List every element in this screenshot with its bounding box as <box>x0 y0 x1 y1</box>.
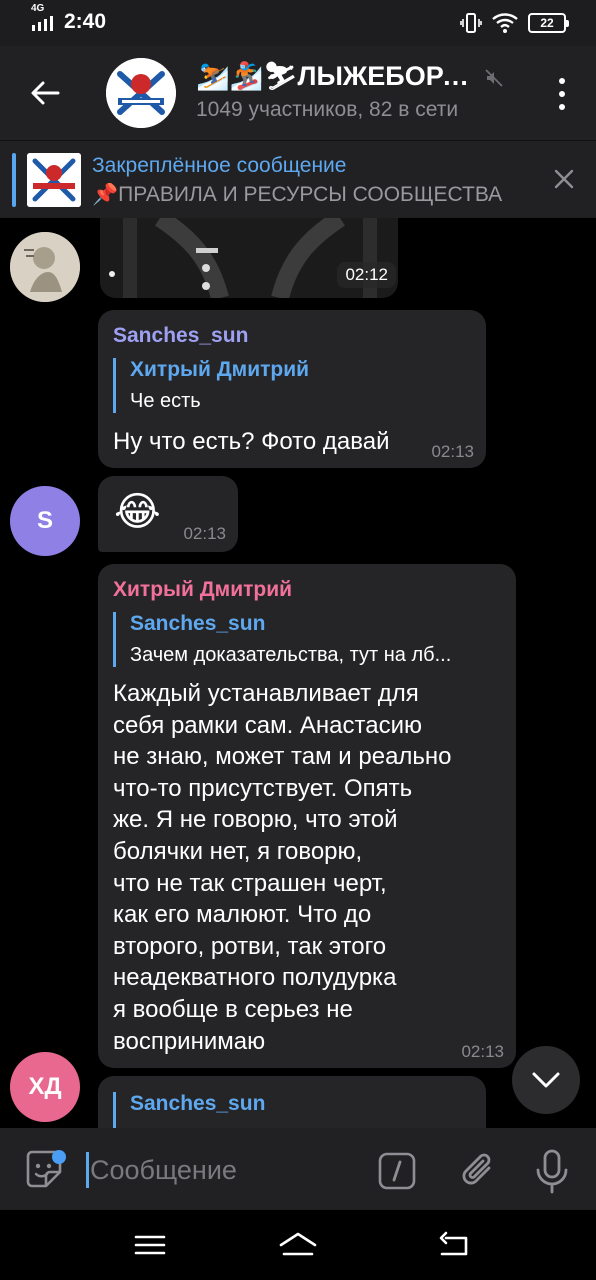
pinned-message-bar[interactable]: Закреплённое сообщение 📌ПРАВИЛА И РЕСУРС… <box>0 140 596 218</box>
pinned-text: 📌ПРАВИЛА И РЕСУРСЫ СООБЩЕСТВА <box>92 183 503 206</box>
attach-icon[interactable] <box>456 1148 500 1192</box>
avatar[interactable]: S <box>10 486 80 556</box>
mute-icon <box>485 69 503 87</box>
notification-dot <box>52 1150 66 1164</box>
reply-text: Че есть <box>130 390 201 412</box>
photo-message[interactable]: 02:12 <box>100 218 398 298</box>
message-bubble[interactable]: Sanches_sun <box>98 1076 486 1128</box>
pinned-thumbnail <box>27 153 81 207</box>
arrow-left-icon <box>31 81 60 105</box>
reply-sender: Хитрый Дмитрий <box>130 358 310 381</box>
message-time: 02:13 <box>183 524 226 543</box>
group-avatar[interactable] <box>106 58 176 128</box>
chevron-down-icon <box>532 1072 560 1088</box>
vibrate-icon <box>460 13 482 33</box>
scroll-down-button[interactable] <box>512 1046 580 1114</box>
message-list[interactable]: 02:12 Sanches_sun Хитрый Дмитрий Че есть… <box>0 218 596 1128</box>
message-bubble[interactable]: Хитрый Дмитрий Sanches_sun Зачем доказат… <box>98 564 516 1068</box>
skiboard-logo-icon <box>106 58 176 128</box>
message-text: Ну что есть? Фото давай <box>113 428 390 455</box>
status-bar: 4G 2:40 22 <box>0 0 596 46</box>
message-input-bar <box>0 1128 596 1210</box>
reply-quote[interactable]: Хитрый Дмитрий Че есть <box>113 358 309 413</box>
battery-icon: 22 <box>528 13 569 33</box>
network-type: 4G <box>31 3 45 14</box>
reply-sender: Sanches_sun <box>130 1092 266 1115</box>
microphone-icon[interactable] <box>532 1148 572 1194</box>
message-time: 02:12 <box>337 262 396 288</box>
message-time: 02:13 <box>431 442 474 461</box>
battery-level: 22 <box>540 16 554 30</box>
message-input[interactable] <box>90 1152 360 1188</box>
user-photo-icon <box>10 232 80 302</box>
dot-icon <box>559 78 565 84</box>
skiboard-logo-icon <box>27 153 81 207</box>
avatar[interactable] <box>10 232 80 302</box>
pinned-indicator <box>12 153 16 207</box>
dot-icon <box>559 91 565 97</box>
reply-quote[interactable]: Sanches_sun Зачем доказательства, тут на… <box>113 612 451 667</box>
message-time: 02:13 <box>461 1042 504 1061</box>
close-icon[interactable] <box>550 165 578 193</box>
menu-icon[interactable] <box>130 1228 170 1262</box>
avatar[interactable]: ХД <box>10 1052 80 1122</box>
sender-name[interactable]: Sanches_sun <box>113 324 248 348</box>
reply-quote[interactable]: Sanches_sun <box>113 1092 265 1128</box>
back-button[interactable] <box>22 70 68 116</box>
message-bubble[interactable]: Sanches_sun Хитрый Дмитрий Че есть Ну чт… <box>98 310 486 468</box>
status-time: 2:40 <box>64 10 107 33</box>
more-menu-button[interactable] <box>552 74 572 114</box>
sender-name[interactable]: Хитрый Дмитрий <box>113 578 292 602</box>
back-nav-icon[interactable] <box>434 1228 474 1262</box>
dot-icon <box>559 104 565 110</box>
pinned-title: Закреплённое сообщение <box>92 154 347 177</box>
emoji-message: 😂 <box>114 490 161 534</box>
reply-text: Зачем доказательства, тут на лб... <box>130 644 452 666</box>
reply-sender: Sanches_sun <box>130 612 266 635</box>
text-caret <box>86 1152 89 1188</box>
message-text: Каждый устанавливает для себя рамки сам.… <box>113 680 452 1055</box>
home-icon[interactable] <box>278 1228 318 1262</box>
wifi-icon <box>492 13 518 33</box>
system-nav-bar <box>0 1210 596 1280</box>
bot-commands-icon[interactable] <box>378 1152 416 1190</box>
chat-subtitle: 1049 участников, 82 в сети <box>196 98 459 121</box>
signal-icon <box>32 16 53 31</box>
message-bubble[interactable]: 😂 02:13 <box>98 476 238 552</box>
chat-header: ⛷️🏂⛷ЛЫЖЕБОРДЕРЫ 1049 участников, 82 в се… <box>0 46 596 140</box>
chat-title[interactable]: ⛷️🏂⛷ЛЫЖЕБОРДЕРЫ <box>196 60 478 92</box>
